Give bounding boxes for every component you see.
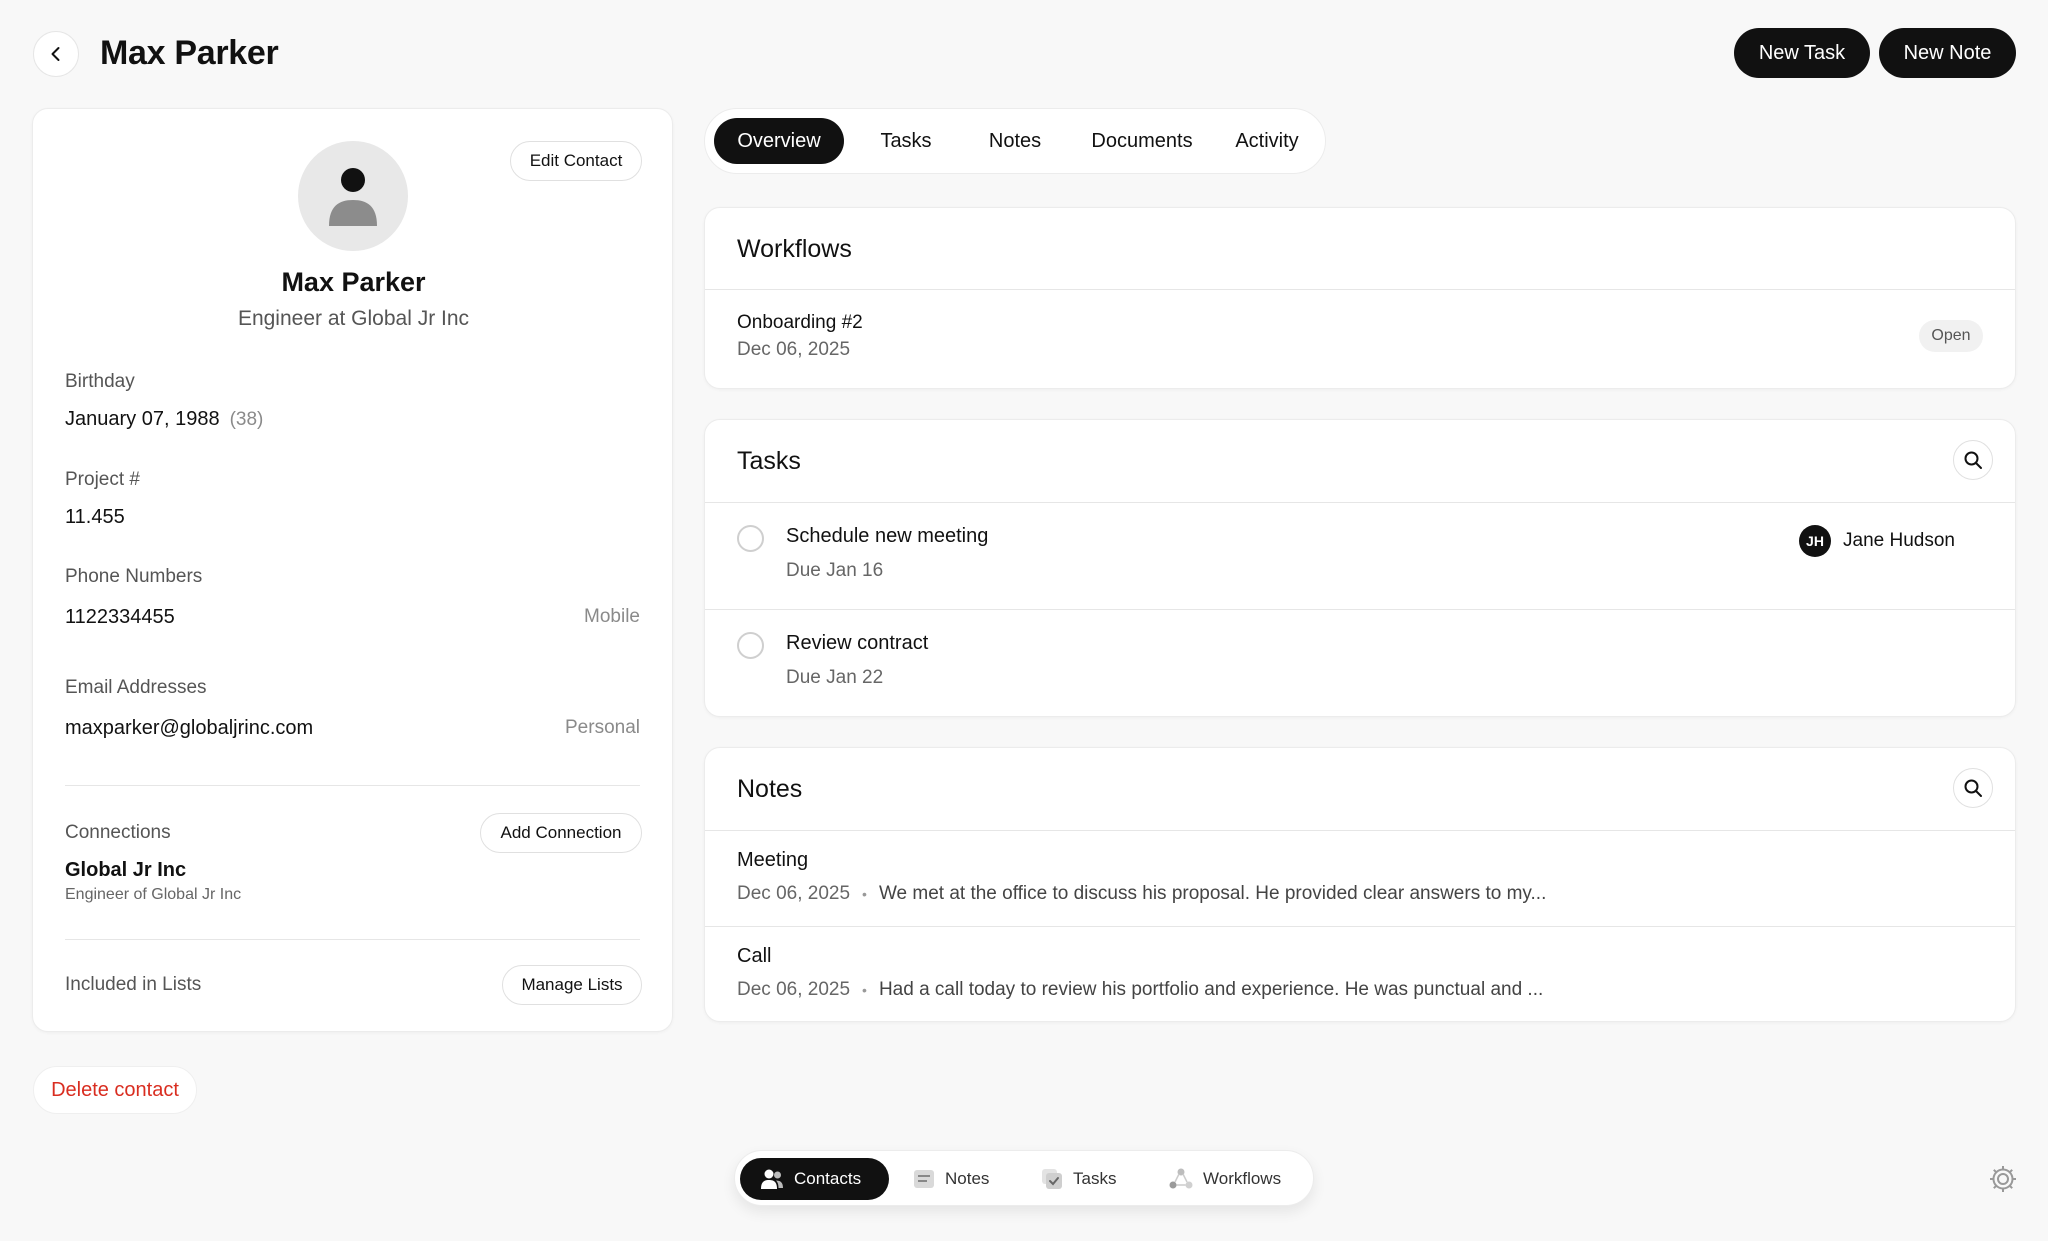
tab-documents[interactable]: Documents — [1071, 118, 1213, 164]
nav-workflows[interactable]: Workflows — [1149, 1158, 1301, 1200]
workflow-name: Onboarding #2 — [737, 312, 863, 333]
contacts-icon — [761, 1169, 783, 1189]
email-value[interactable]: maxparker@globaljrinc.com — [65, 717, 313, 740]
birthday-label: Birthday — [65, 371, 135, 392]
divider — [65, 785, 640, 786]
nav-label: Workflows — [1203, 1169, 1282, 1188]
project-label: Project # — [65, 469, 140, 490]
new-note-button[interactable]: New Note — [1879, 28, 2016, 78]
nav-tasks[interactable]: Tasks — [1021, 1158, 1136, 1200]
notes-card: Notes Meeting Dec 06, 2025 • We met at t… — [704, 747, 2016, 1022]
connection-role: Engineer of Global Jr Inc — [65, 886, 242, 903]
chevron-left-icon — [51, 47, 60, 61]
settings-button[interactable] — [1988, 1164, 2018, 1194]
divider — [65, 939, 640, 940]
contact-card: Edit Contact Max Parker Engineer at Glob… — [32, 108, 673, 1032]
assignee-name: Jane Hudson — [1843, 530, 1955, 551]
nav-label: Notes — [945, 1169, 990, 1188]
task-due: Due Jan 16 — [786, 560, 884, 581]
notes-title: Notes — [737, 775, 803, 803]
task-checkbox[interactable] — [737, 525, 764, 552]
workflow-row[interactable]: Onboarding #2 Dec 06, 2025 Open — [705, 290, 2015, 389]
nav-notes[interactable]: Notes — [893, 1158, 1009, 1200]
search-icon — [1964, 779, 1982, 797]
task-checkbox[interactable] — [737, 632, 764, 659]
tasks-search-button[interactable] — [1953, 440, 1993, 480]
page-title: Max Parker — [100, 34, 279, 72]
gear-icon — [1990, 1166, 2016, 1192]
tab-overview[interactable]: Overview — [714, 118, 844, 164]
workflows-card: Workflows Onboarding #2 Dec 06, 2025 Ope… — [704, 207, 2016, 389]
task-title: Review contract — [786, 632, 929, 654]
task-row[interactable]: Schedule new meeting Due Jan 16 JH Jane … — [705, 503, 2015, 609]
add-connection-button[interactable]: Add Connection — [480, 813, 642, 853]
contact-name: Max Parker — [281, 267, 426, 297]
edit-contact-button[interactable]: Edit Contact — [510, 141, 642, 181]
note-meta: Dec 06, 2025 • Had a call today to revie… — [737, 979, 1543, 1001]
connection-name[interactable]: Global Jr Inc — [65, 859, 186, 882]
notes-icon — [914, 1170, 934, 1188]
new-task-button[interactable]: New Task — [1734, 28, 1870, 78]
tab-notes[interactable]: Notes — [963, 118, 1067, 164]
bottom-nav: Contacts Notes Tasks Workflows — [734, 1150, 1314, 1206]
project-value: 11.455 — [65, 506, 125, 528]
note-title: Call — [737, 945, 772, 967]
person-icon — [329, 168, 377, 226]
note-date: Dec 06, 2025 — [737, 883, 851, 904]
connections-label: Connections — [65, 822, 171, 843]
tasks-title: Tasks — [737, 447, 801, 475]
note-separator: • — [862, 886, 867, 902]
task-row[interactable]: Review contract Due Jan 22 — [705, 610, 2015, 716]
birthday-row: January 07, 1988 (38) — [65, 408, 263, 431]
nav-label: Tasks — [1073, 1169, 1117, 1188]
note-preview: We met at the office to discuss his prop… — [878, 883, 1547, 904]
note-row[interactable]: Meeting Dec 06, 2025 • We met at the off… — [705, 831, 2015, 926]
contact-role: Engineer at Global Jr Inc — [237, 307, 470, 330]
note-separator: • — [862, 982, 867, 998]
email-type: Personal — [565, 717, 640, 738]
avatar — [298, 141, 408, 251]
age-value: (38) — [229, 409, 264, 430]
task-title: Schedule new meeting — [786, 525, 989, 547]
phone-label: Phone Numbers — [65, 566, 203, 587]
phone-value[interactable]: 1122334455 — [65, 606, 175, 629]
lists-label: Included in Lists — [65, 974, 202, 995]
notes-search-button[interactable] — [1953, 768, 1993, 808]
tab-bar: Overview Tasks Notes Documents Activity — [704, 108, 1326, 174]
note-row[interactable]: Call Dec 06, 2025 • Had a call today to … — [705, 927, 2015, 1022]
task-due: Due Jan 22 — [786, 667, 884, 688]
status-badge: Open — [1919, 320, 1983, 352]
assignee-avatar: JH — [1799, 525, 1831, 557]
workflows-title: Workflows — [737, 235, 852, 263]
workflow-date: Dec 06, 2025 — [737, 339, 851, 360]
phone-type: Mobile — [584, 606, 640, 627]
search-icon — [1964, 451, 1982, 469]
note-title: Meeting — [737, 849, 809, 871]
tasks-icon — [1042, 1169, 1062, 1189]
note-meta: Dec 06, 2025 • We met at the office to d… — [737, 883, 1546, 905]
tab-tasks[interactable]: Tasks — [854, 118, 958, 164]
note-preview: Had a call today to review his portfolio… — [878, 979, 1544, 1000]
manage-lists-button[interactable]: Manage Lists — [502, 965, 642, 1005]
nav-contacts[interactable]: Contacts — [740, 1158, 889, 1200]
delete-contact-button[interactable]: Delete contact — [33, 1066, 197, 1114]
task-assignee: JH Jane Hudson — [1799, 525, 1955, 557]
workflows-icon — [1169, 1168, 1193, 1189]
birthday-value: January 07, 1988 — [65, 408, 220, 430]
email-label: Email Addresses — [65, 677, 207, 698]
tab-activity[interactable]: Activity — [1217, 118, 1317, 164]
note-date: Dec 06, 2025 — [737, 979, 851, 1000]
tasks-card: Tasks Schedule new meeting Due Jan 16 JH… — [704, 419, 2016, 717]
back-button[interactable] — [33, 31, 79, 77]
nav-label: Contacts — [794, 1169, 862, 1188]
